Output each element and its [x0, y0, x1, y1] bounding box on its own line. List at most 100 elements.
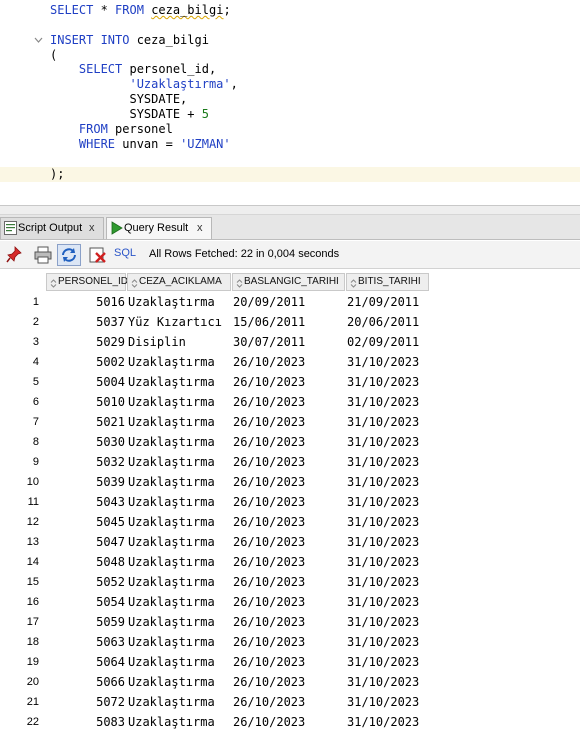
sort-icon[interactable]	[236, 278, 243, 288]
close-icon[interactable]: x	[197, 218, 203, 238]
cell-personel-id[interactable]: 5030	[46, 435, 125, 449]
table-row[interactable]: 18 5063 Uzaklaştırma 26/10/2023 31/10/2023	[0, 632, 580, 652]
cell-personel-id[interactable]: 5043	[46, 495, 125, 509]
cell-baslangic-tarihi[interactable]: 26/10/2023	[233, 375, 305, 389]
cell-baslangic-tarihi[interactable]: 26/10/2023	[233, 395, 305, 409]
table-row[interactable]: 3 5029 Disiplin 30/07/2011 02/09/2011	[0, 332, 580, 352]
cell-bitis-tarihi[interactable]: 31/10/2023	[347, 555, 419, 569]
pane-splitter[interactable]	[0, 205, 580, 221]
table-row[interactable]: 20 5066 Uzaklaştırma 26/10/2023 31/10/2023	[0, 672, 580, 692]
cell-ceza-aciklama[interactable]: Uzaklaştırma	[128, 615, 215, 629]
sort-icon[interactable]	[350, 278, 357, 288]
cell-ceza-aciklama[interactable]: Yüz Kızartıcı	[128, 315, 222, 329]
cell-ceza-aciklama[interactable]: Uzaklaştırma	[128, 655, 215, 669]
cell-personel-id[interactable]: 5032	[46, 455, 125, 469]
cell-bitis-tarihi[interactable]: 31/10/2023	[347, 515, 419, 529]
cell-baslangic-tarihi[interactable]: 26/10/2023	[233, 455, 305, 469]
cell-bitis-tarihi[interactable]: 31/10/2023	[347, 575, 419, 589]
table-row[interactable]: 6 5010 Uzaklaştırma 26/10/2023 31/10/2023	[0, 392, 580, 412]
cell-baslangic-tarihi[interactable]: 26/10/2023	[233, 655, 305, 669]
table-row[interactable]: 13 5047 Uzaklaştırma 26/10/2023 31/10/2023	[0, 532, 580, 552]
sort-icon[interactable]	[131, 278, 138, 288]
cell-ceza-aciklama[interactable]: Uzaklaştırma	[128, 375, 215, 389]
cell-bitis-tarihi[interactable]: 31/10/2023	[347, 415, 419, 429]
pin-icon[interactable]	[6, 246, 22, 264]
cell-baslangic-tarihi[interactable]: 20/09/2011	[233, 295, 305, 309]
cell-bitis-tarihi[interactable]: 21/09/2011	[347, 295, 419, 309]
cell-ceza-aciklama[interactable]: Disiplin	[128, 335, 186, 349]
cell-personel-id[interactable]: 5029	[46, 335, 125, 349]
code-line[interactable]	[0, 152, 580, 167]
table-row[interactable]: 1 5016 Uzaklaştırma 20/09/2011 21/09/2011	[0, 292, 580, 312]
cell-ceza-aciklama[interactable]: Uzaklaştırma	[128, 535, 215, 549]
cell-personel-id[interactable]: 5083	[46, 715, 125, 729]
column-header[interactable]: BASLANGIC_TARIHI	[232, 273, 345, 291]
clear-icon[interactable]	[89, 246, 107, 264]
cell-ceza-aciklama[interactable]: Uzaklaştırma	[128, 435, 215, 449]
cell-baslangic-tarihi[interactable]: 26/10/2023	[233, 595, 305, 609]
column-header[interactable]: BITIS_TARIHI	[346, 273, 429, 291]
cell-bitis-tarihi[interactable]: 31/10/2023	[347, 595, 419, 609]
cell-personel-id[interactable]: 5066	[46, 675, 125, 689]
cell-ceza-aciklama[interactable]: Uzaklaştırma	[128, 635, 215, 649]
fold-icon[interactable]	[34, 36, 43, 45]
code-line[interactable]: SELECT personel_id,	[0, 62, 580, 77]
cell-baslangic-tarihi[interactable]: 26/10/2023	[233, 695, 305, 709]
table-row[interactable]: 14 5048 Uzaklaştırma 26/10/2023 31/10/2023	[0, 552, 580, 572]
cell-personel-id[interactable]: 5010	[46, 395, 125, 409]
table-row[interactable]: 22 5083 Uzaklaştırma 26/10/2023 31/10/2023	[0, 712, 580, 732]
cell-personel-id[interactable]: 5064	[46, 655, 125, 669]
cell-ceza-aciklama[interactable]: Uzaklaştırma	[128, 595, 215, 609]
table-row[interactable]: 12 5045 Uzaklaştırma 26/10/2023 31/10/2023	[0, 512, 580, 532]
cell-bitis-tarihi[interactable]: 31/10/2023	[347, 695, 419, 709]
cell-ceza-aciklama[interactable]: Uzaklaştırma	[128, 295, 215, 309]
cell-personel-id[interactable]: 5063	[46, 635, 125, 649]
cell-bitis-tarihi[interactable]: 31/10/2023	[347, 355, 419, 369]
code-line[interactable]: 'Uzaklaştırma',	[0, 77, 580, 92]
cell-ceza-aciklama[interactable]: Uzaklaştırma	[128, 415, 215, 429]
cell-ceza-aciklama[interactable]: Uzaklaştırma	[128, 695, 215, 709]
cell-bitis-tarihi[interactable]: 31/10/2023	[347, 395, 419, 409]
cell-bitis-tarihi[interactable]: 31/10/2023	[347, 455, 419, 469]
code-line[interactable]: );	[0, 167, 580, 182]
cell-bitis-tarihi[interactable]: 20/06/2011	[347, 315, 419, 329]
cell-personel-id[interactable]: 5021	[46, 415, 125, 429]
cell-bitis-tarihi[interactable]: 31/10/2023	[347, 675, 419, 689]
cell-baslangic-tarihi[interactable]: 15/06/2011	[233, 315, 305, 329]
cell-baslangic-tarihi[interactable]: 26/10/2023	[233, 355, 305, 369]
cell-ceza-aciklama[interactable]: Uzaklaştırma	[128, 495, 215, 509]
table-row[interactable]: 10 5039 Uzaklaştırma 26/10/2023 31/10/2023	[0, 472, 580, 492]
cell-bitis-tarihi[interactable]: 31/10/2023	[347, 375, 419, 389]
cell-baslangic-tarihi[interactable]: 26/10/2023	[233, 615, 305, 629]
cell-baslangic-tarihi[interactable]: 26/10/2023	[233, 635, 305, 649]
cell-ceza-aciklama[interactable]: Uzaklaştırma	[128, 355, 215, 369]
cell-bitis-tarihi[interactable]: 31/10/2023	[347, 715, 419, 729]
cell-bitis-tarihi[interactable]: 31/10/2023	[347, 535, 419, 549]
cell-bitis-tarihi[interactable]: 31/10/2023	[347, 435, 419, 449]
cell-bitis-tarihi[interactable]: 31/10/2023	[347, 615, 419, 629]
cell-bitis-tarihi[interactable]: 31/10/2023	[347, 635, 419, 649]
table-row[interactable]: 5 5004 Uzaklaştırma 26/10/2023 31/10/2023	[0, 372, 580, 392]
column-header[interactable]: PERSONEL_ID	[46, 273, 128, 291]
cell-ceza-aciklama[interactable]: Uzaklaştırma	[128, 575, 215, 589]
table-row[interactable]: 9 5032 Uzaklaştırma 26/10/2023 31/10/2023	[0, 452, 580, 472]
cell-baslangic-tarihi[interactable]: 26/10/2023	[233, 515, 305, 529]
cell-baslangic-tarihi[interactable]: 26/10/2023	[233, 415, 305, 429]
code-line[interactable]: INSERT INTO ceza_bilgi	[0, 33, 580, 48]
table-row[interactable]: 19 5064 Uzaklaştırma 26/10/2023 31/10/2023	[0, 652, 580, 672]
code-line[interactable]: SYSDATE,	[0, 92, 580, 107]
cell-baslangic-tarihi[interactable]: 26/10/2023	[233, 475, 305, 489]
sql-editor[interactable]: SELECT * FROM ceza_bilgi; INSERT INTO cez…	[0, 0, 580, 205]
table-row[interactable]: 16 5054 Uzaklaştırma 26/10/2023 31/10/2023	[0, 592, 580, 612]
cell-personel-id[interactable]: 5047	[46, 535, 125, 549]
code-line[interactable]	[0, 18, 580, 33]
table-row[interactable]: 8 5030 Uzaklaştırma 26/10/2023 31/10/2023	[0, 432, 580, 452]
cell-baslangic-tarihi[interactable]: 30/07/2011	[233, 335, 305, 349]
table-row[interactable]: 11 5043 Uzaklaştırma 26/10/2023 31/10/2023	[0, 492, 580, 512]
cell-ceza-aciklama[interactable]: Uzaklaştırma	[128, 395, 215, 409]
splitter-grip-icon[interactable]	[2, 208, 10, 221]
column-header[interactable]: CEZA_ACIKLAMA	[127, 273, 231, 291]
table-row[interactable]: 21 5072 Uzaklaştırma 26/10/2023 31/10/2023	[0, 692, 580, 712]
table-row[interactable]: 15 5052 Uzaklaştırma 26/10/2023 31/10/2023	[0, 572, 580, 592]
cell-personel-id[interactable]: 5054	[46, 595, 125, 609]
